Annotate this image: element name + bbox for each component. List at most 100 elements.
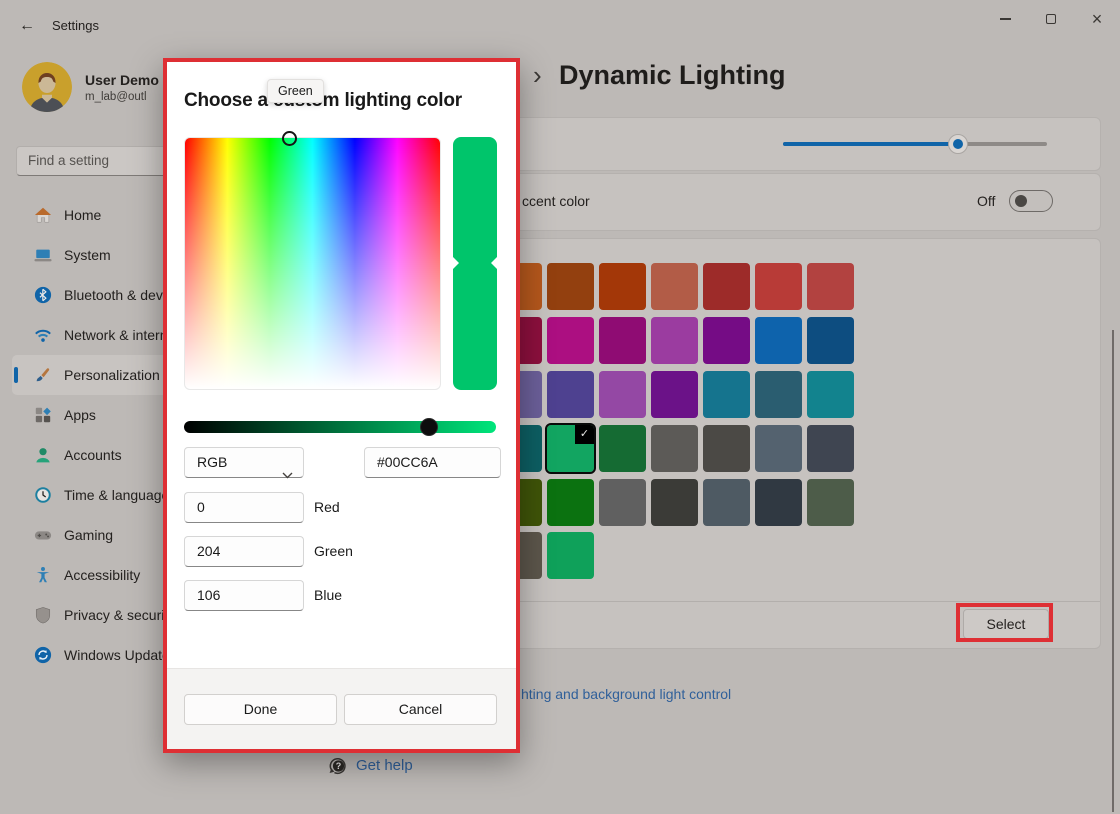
- color-swatch[interactable]: [755, 479, 802, 526]
- red-field[interactable]: 0: [184, 492, 304, 523]
- color-swatch[interactable]: [755, 371, 802, 418]
- color-swatch[interactable]: [651, 317, 698, 364]
- green-field[interactable]: 204: [184, 536, 304, 567]
- shield-icon: [34, 606, 52, 624]
- breadcrumb-chevron-icon: ›: [533, 60, 542, 91]
- color-swatch[interactable]: [807, 317, 854, 364]
- accent-color-toggle[interactable]: [1009, 190, 1053, 212]
- user-email: m_lab@outl: [85, 91, 147, 103]
- page-title: Dynamic Lighting: [559, 60, 786, 91]
- color-model-value: RGB: [197, 454, 227, 470]
- color-model-dropdown[interactable]: RGB: [184, 447, 304, 478]
- sidebar-item-label: Gaming: [64, 527, 113, 543]
- sidebar-item-label: Home: [64, 207, 101, 223]
- home-icon: [34, 206, 52, 224]
- toggle-knob: [1015, 195, 1027, 207]
- color-swatch[interactable]: [547, 263, 594, 310]
- color-swatch[interactable]: [703, 425, 750, 472]
- color-swatch[interactable]: [703, 479, 750, 526]
- color-swatch[interactable]: [807, 263, 854, 310]
- accent-color-label: ccent color: [522, 193, 590, 209]
- color-swatch[interactable]: [651, 263, 698, 310]
- color-swatch[interactable]: [703, 371, 750, 418]
- color-gradient-area[interactable]: [184, 137, 441, 390]
- color-swatch[interactable]: [547, 479, 594, 526]
- color-swatch[interactable]: [703, 317, 750, 364]
- window-controls: ×: [982, 4, 1120, 34]
- color-swatch[interactable]: [807, 371, 854, 418]
- brightness-slider-handle[interactable]: [948, 134, 968, 154]
- color-swatch[interactable]: [651, 371, 698, 418]
- color-swatch[interactable]: [807, 425, 854, 472]
- bluetooth-icon: [34, 286, 52, 304]
- scrollbar[interactable]: [1112, 330, 1114, 812]
- color-swatch[interactable]: [703, 263, 750, 310]
- accounts-icon: [34, 446, 52, 464]
- color-swatch[interactable]: [547, 317, 594, 364]
- clock-icon: [34, 486, 52, 504]
- blue-field[interactable]: 106: [184, 580, 304, 611]
- sidebar-item-label: Accessibility: [64, 567, 140, 583]
- minimize-button[interactable]: [982, 4, 1028, 34]
- user-name: User Demo: [85, 72, 159, 88]
- sidebar-item-label: Network & internet: [64, 327, 179, 343]
- color-swatch[interactable]: [755, 263, 802, 310]
- sidebar-item-label: Personalization: [64, 367, 160, 383]
- dialog-footer: Done Cancel: [167, 668, 516, 749]
- value-bar-notch: [453, 257, 459, 269]
- system-icon: [34, 246, 52, 264]
- get-help-link[interactable]: Get help: [356, 757, 413, 774]
- color-swatch[interactable]: [599, 263, 646, 310]
- close-button[interactable]: ×: [1074, 4, 1120, 34]
- color-swatch-selected[interactable]: ✓: [547, 425, 594, 472]
- avatar[interactable]: [22, 62, 72, 112]
- checkmark-icon: ✓: [575, 425, 594, 444]
- maximize-button[interactable]: [1028, 4, 1074, 34]
- network-icon: [34, 326, 52, 344]
- color-swatch[interactable]: [599, 425, 646, 472]
- select-button[interactable]: Select: [963, 609, 1049, 639]
- value-slider-handle[interactable]: [420, 418, 438, 436]
- toggle-state-label: Off: [977, 193, 995, 209]
- learn-more-link[interactable]: hting and background light control: [521, 686, 731, 702]
- gradient-selection-marker[interactable]: [282, 131, 297, 146]
- color-swatch[interactable]: [755, 317, 802, 364]
- settings-window: ← Settings × User Demo m_lab@outl Find a…: [0, 0, 1120, 814]
- color-swatch[interactable]: [651, 425, 698, 472]
- accessibility-icon: [34, 566, 52, 584]
- sidebar-item-label: Accounts: [64, 447, 122, 463]
- hex-input[interactable]: #00CC6A: [364, 447, 501, 478]
- color-swatch[interactable]: [599, 479, 646, 526]
- update-icon: [34, 646, 52, 664]
- color-swatch[interactable]: [651, 479, 698, 526]
- minimize-icon: [1000, 18, 1011, 20]
- color-picker-dialog: Choose a custom lighting color Green RGB…: [163, 58, 520, 753]
- color-swatch[interactable]: [547, 532, 594, 579]
- value-slider[interactable]: [184, 421, 496, 433]
- sidebar-item-label: Windows Update: [64, 647, 170, 663]
- value-bar[interactable]: [453, 137, 497, 390]
- selected-indicator: [14, 367, 18, 383]
- color-swatch[interactable]: [755, 425, 802, 472]
- brightness-slider-fill: [783, 142, 958, 146]
- done-button[interactable]: Done: [184, 694, 337, 725]
- chevron-down-icon: [282, 460, 293, 489]
- color-swatch[interactable]: [807, 479, 854, 526]
- personalization-brush-icon: [34, 366, 52, 384]
- color-swatch[interactable]: [599, 371, 646, 418]
- green-tooltip: Green: [267, 79, 324, 103]
- search-placeholder: Find a setting: [28, 153, 109, 168]
- sidebar-item-label: Privacy & security: [64, 607, 175, 623]
- window-title: Settings: [52, 18, 99, 33]
- green-label: Green: [314, 543, 353, 559]
- brightness-slider[interactable]: [783, 142, 1047, 146]
- sidebar-item-label: System: [64, 247, 111, 263]
- gamepad-icon: [34, 526, 52, 544]
- color-swatch[interactable]: [547, 371, 594, 418]
- close-icon: ×: [1092, 10, 1103, 28]
- red-label: Red: [314, 499, 340, 515]
- cancel-button[interactable]: Cancel: [344, 694, 497, 725]
- sidebar-item-label: Time & language: [64, 487, 169, 503]
- back-arrow-icon[interactable]: ←: [16, 15, 38, 37]
- color-swatch[interactable]: [599, 317, 646, 364]
